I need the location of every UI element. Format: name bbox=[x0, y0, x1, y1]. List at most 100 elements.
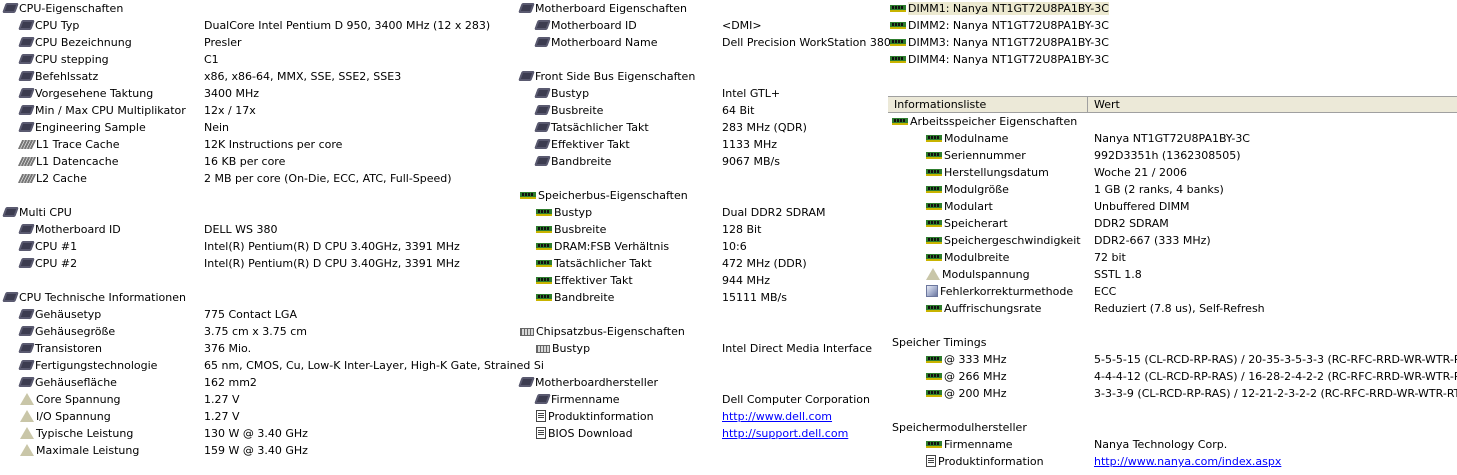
property-value: Dual DDR2 SDRAM bbox=[722, 206, 826, 219]
property-value: 159 W @ 3.40 GHz bbox=[204, 444, 308, 457]
section-header[interactable]: Motherboardhersteller bbox=[516, 374, 888, 391]
property-row[interactable]: Modulbreite 72 bit bbox=[888, 249, 1457, 266]
warning-icon bbox=[20, 393, 34, 405]
property-row[interactable]: Produktinformation http://www.nanya.com/i… bbox=[888, 453, 1457, 470]
column-header-field[interactable]: Informationsliste bbox=[890, 97, 1088, 112]
section-header[interactable]: CPU-Eigenschaften bbox=[0, 0, 512, 17]
section-header[interactable]: Chipsatzbus-Eigenschaften bbox=[516, 323, 888, 340]
dimm-item[interactable]: DIMM3: Nanya NT1GT72U8PA1BY-3C bbox=[888, 34, 1457, 51]
section-title: CPU Technische Informationen bbox=[19, 291, 186, 304]
property-row[interactable]: L2 Cache 2 MB per core (On-Die, ECC, ATC,… bbox=[0, 170, 512, 187]
property-link[interactable]: http://www.dell.com bbox=[722, 408, 832, 425]
property-label: L2 Cache bbox=[36, 172, 87, 185]
cpu-icon bbox=[18, 258, 35, 268]
property-row[interactable]: Transistoren 376 Mio. bbox=[0, 340, 512, 357]
property-row[interactable]: Motherboard Name Dell Precision WorkStati… bbox=[516, 34, 891, 51]
property-value: Presler bbox=[204, 36, 242, 49]
property-row[interactable]: CPU #2 Intel(R) Pentium(R) D CPU 3.40GHz,… bbox=[0, 255, 512, 272]
property-row[interactable]: @ 333 MHz 5-5-5-15 (CL-RCD-RP-RAS) / 20-3… bbox=[888, 351, 1457, 368]
property-row[interactable]: Bustyp Intel GTL+ bbox=[516, 85, 888, 102]
cpu-icon bbox=[18, 224, 35, 234]
property-row[interactable]: Maximale Leistung 159 W @ 3.40 GHz bbox=[0, 442, 512, 459]
property-row[interactable]: Tatsächlicher Takt 472 MHz (DDR) bbox=[516, 255, 888, 272]
property-row[interactable]: CPU stepping C1 bbox=[0, 51, 512, 68]
property-row[interactable]: Modulname Nanya NT1GT72U8PA1BY-3C bbox=[888, 130, 1457, 147]
property-row[interactable]: Herstellungsdatum Woche 21 / 2006 bbox=[888, 164, 1457, 181]
property-row[interactable]: Min / Max CPU Multiplikator 12x / 17x bbox=[0, 102, 512, 119]
property-row[interactable]: Fehlerkorrekturmethode ECC bbox=[888, 283, 1457, 300]
property-row[interactable]: BIOS Download http://support.dell.com bbox=[516, 425, 888, 442]
property-row[interactable]: CPU Typ DualCore Intel Pentium D 950, 340… bbox=[0, 17, 512, 34]
section-header[interactable]: Motherboard Eigenschaften bbox=[516, 0, 888, 17]
dimm-item[interactable]: DIMM2: Nanya NT1GT72U8PA1BY-3C bbox=[888, 17, 1457, 34]
property-row[interactable]: Bandbreite 15111 MB/s bbox=[516, 289, 888, 306]
cpu-icon bbox=[534, 139, 551, 149]
property-row[interactable]: Speichergeschwindigkeit DDR2-667 (333 MHz… bbox=[888, 232, 1457, 249]
section-header[interactable]: Arbeitsspeicher Eigenschaften bbox=[888, 113, 1457, 130]
property-row[interactable]: Seriennummer 992D3351h (1362308505) bbox=[888, 147, 1457, 164]
cpu-icon bbox=[518, 3, 535, 13]
property-row[interactable]: Firmenname Dell Computer Corporation bbox=[516, 391, 888, 408]
property-row[interactable]: Motherboard ID <DMI> bbox=[516, 17, 888, 34]
ram-icon bbox=[926, 237, 942, 244]
property-value: 12K Instructions per core bbox=[204, 138, 343, 151]
property-row[interactable]: Firmenname Nanya Technology Corp. bbox=[888, 436, 1457, 453]
property-label: Herstellungsdatum bbox=[944, 166, 1049, 179]
property-row[interactable]: Vorgesehene Taktung 3400 MHz bbox=[0, 85, 512, 102]
warning-icon bbox=[20, 427, 34, 439]
property-value: 162 mm2 bbox=[204, 376, 257, 389]
section-header[interactable]: Multi CPU bbox=[0, 204, 512, 221]
section-title: Arbeitsspeicher Eigenschaften bbox=[910, 115, 1078, 128]
property-link[interactable]: http://support.dell.com bbox=[722, 425, 848, 442]
section-header[interactable]: Speicher Timings bbox=[888, 334, 1457, 351]
section-header[interactable]: Speichermodulhersteller bbox=[888, 419, 1457, 436]
property-value: Dell Precision WorkStation 380 bbox=[722, 36, 891, 49]
property-row[interactable]: Modulart Unbuffered DIMM bbox=[888, 198, 1457, 215]
property-row[interactable]: Auffrischungsrate Reduziert (7.8 us), Sel… bbox=[888, 300, 1457, 317]
property-row[interactable]: DRAM:FSB Verhältnis 10:6 bbox=[516, 238, 888, 255]
property-row[interactable]: Effektiver Takt 1133 MHz bbox=[516, 136, 888, 153]
section-header[interactable]: Speicherbus-Eigenschaften bbox=[516, 187, 888, 204]
property-value: 775 Contact LGA bbox=[204, 308, 297, 321]
dimm-list[interactable]: DIMM1: Nanya NT1GT72U8PA1BY-3C DIMM2: Nan… bbox=[888, 0, 1457, 68]
property-row[interactable]: Motherboard ID DELL WS 380 bbox=[0, 221, 512, 238]
ram-icon bbox=[890, 5, 906, 12]
property-row[interactable]: @ 200 MHz 3-3-3-9 (CL-RCD-RP-RAS) / 12-21… bbox=[888, 385, 1457, 402]
property-row[interactable]: Modulgröße 1 GB (2 ranks, 4 banks) bbox=[888, 181, 1457, 198]
property-row[interactable]: I/O Spannung 1.27 V bbox=[0, 408, 512, 425]
section-header[interactable]: CPU Technische Informationen bbox=[0, 289, 512, 306]
property-row[interactable]: Busbreite 64 Bit bbox=[516, 102, 888, 119]
property-row[interactable]: Produktinformation http://www.dell.com bbox=[516, 408, 888, 425]
property-row[interactable]: Effektiver Takt 944 MHz bbox=[516, 272, 888, 289]
property-row[interactable]: Core Spannung 1.27 V bbox=[0, 391, 512, 408]
property-value: 3.75 cm x 3.75 cm bbox=[204, 325, 308, 338]
property-row[interactable]: Engineering Sample Nein bbox=[0, 119, 512, 136]
property-row[interactable]: Gehäusetyp 775 Contact LGA bbox=[0, 306, 512, 323]
property-row[interactable]: Modulspannung SSTL 1.8 bbox=[888, 266, 1457, 283]
property-row[interactable]: @ 266 MHz 4-4-4-12 (CL-RCD-RP-RAS) / 16-2… bbox=[888, 368, 1457, 385]
property-row[interactable]: Bustyp Intel Direct Media Interface bbox=[516, 340, 888, 357]
column-header-value[interactable]: Wert bbox=[1088, 97, 1457, 112]
property-label: Bandbreite bbox=[554, 291, 615, 304]
section-header[interactable]: Front Side Bus Eigenschaften bbox=[516, 68, 888, 85]
property-row[interactable]: Bandbreite 9067 MB/s bbox=[516, 153, 888, 170]
property-row[interactable]: L1 Trace Cache 12K Instructions per core bbox=[0, 136, 512, 153]
property-row[interactable]: L1 Datencache 16 KB per core bbox=[0, 153, 512, 170]
cpu-icon bbox=[18, 122, 35, 132]
property-row[interactable]: Tatsächlicher Takt 283 MHz (QDR) bbox=[516, 119, 888, 136]
property-row[interactable]: Befehlssatz x86, x86-64, MMX, SSE, SSE2, … bbox=[0, 68, 512, 85]
property-row[interactable]: Bustyp Dual DDR2 SDRAM bbox=[516, 204, 888, 221]
property-row[interactable]: Speicherart DDR2 SDRAM bbox=[888, 215, 1457, 232]
property-row[interactable]: CPU Bezeichnung Presler bbox=[0, 34, 512, 51]
property-row[interactable]: Typische Leistung 130 W @ 3.40 GHz bbox=[0, 425, 512, 442]
property-value: 1 GB (2 ranks, 4 banks) bbox=[1094, 183, 1224, 196]
property-row[interactable]: CPU #1 Intel(R) Pentium(R) D CPU 3.40GHz,… bbox=[0, 238, 512, 255]
property-link[interactable]: http://www.nanya.com/index.aspx bbox=[1094, 453, 1281, 470]
property-row[interactable]: Fertigungstechnologie 65 nm, CMOS, Cu, Lo… bbox=[0, 357, 544, 374]
property-row[interactable]: Gehäusefläche 162 mm2 bbox=[0, 374, 512, 391]
property-value: Woche 21 / 2006 bbox=[1094, 166, 1187, 179]
dimm-item[interactable]: DIMM1: Nanya NT1GT72U8PA1BY-3C bbox=[888, 0, 1457, 17]
property-row[interactable]: Busbreite 128 Bit bbox=[516, 221, 888, 238]
property-row[interactable]: Gehäusegröße 3.75 cm x 3.75 cm bbox=[0, 323, 512, 340]
dimm-item[interactable]: DIMM4: Nanya NT1GT72U8PA1BY-3C bbox=[888, 51, 1457, 68]
